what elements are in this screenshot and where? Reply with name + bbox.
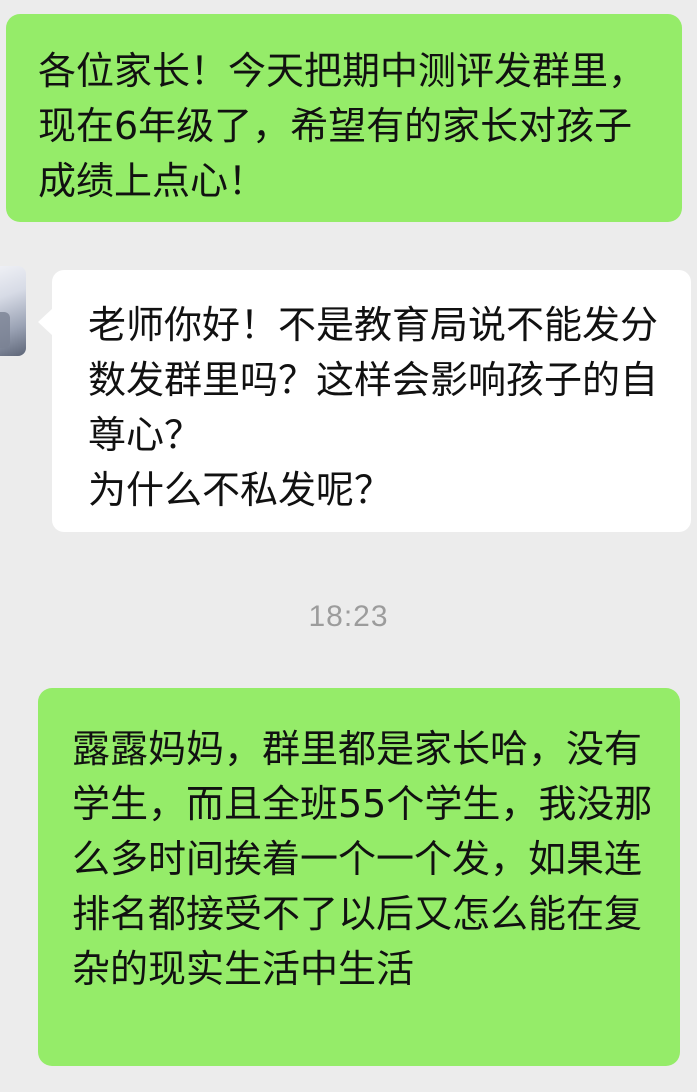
- sender-avatar[interactable]: [0, 266, 26, 356]
- outgoing-message-bubble[interactable]: 各位家长！今天把期中测评发群里，现在6年级了，希望有的家长对孩子成绩上点心！: [6, 14, 682, 222]
- incoming-message-bubble[interactable]: 老师你好！不是教育局说不能发分数发群里吗？这样会影响孩子的自尊心？ 为什么不私发…: [38, 270, 691, 532]
- message-timestamp: 18:23: [308, 600, 389, 633]
- chat-view: 各位家长！今天把期中测评发群里，现在6年级了，希望有的家长对孩子成绩上点心！ 老…: [0, 0, 697, 1092]
- outgoing-message-bubble[interactable]: 露露妈妈，群里都是家长哈，没有学生，而且全班55个学生，我没那么多时间挨着一个一…: [38, 688, 680, 1066]
